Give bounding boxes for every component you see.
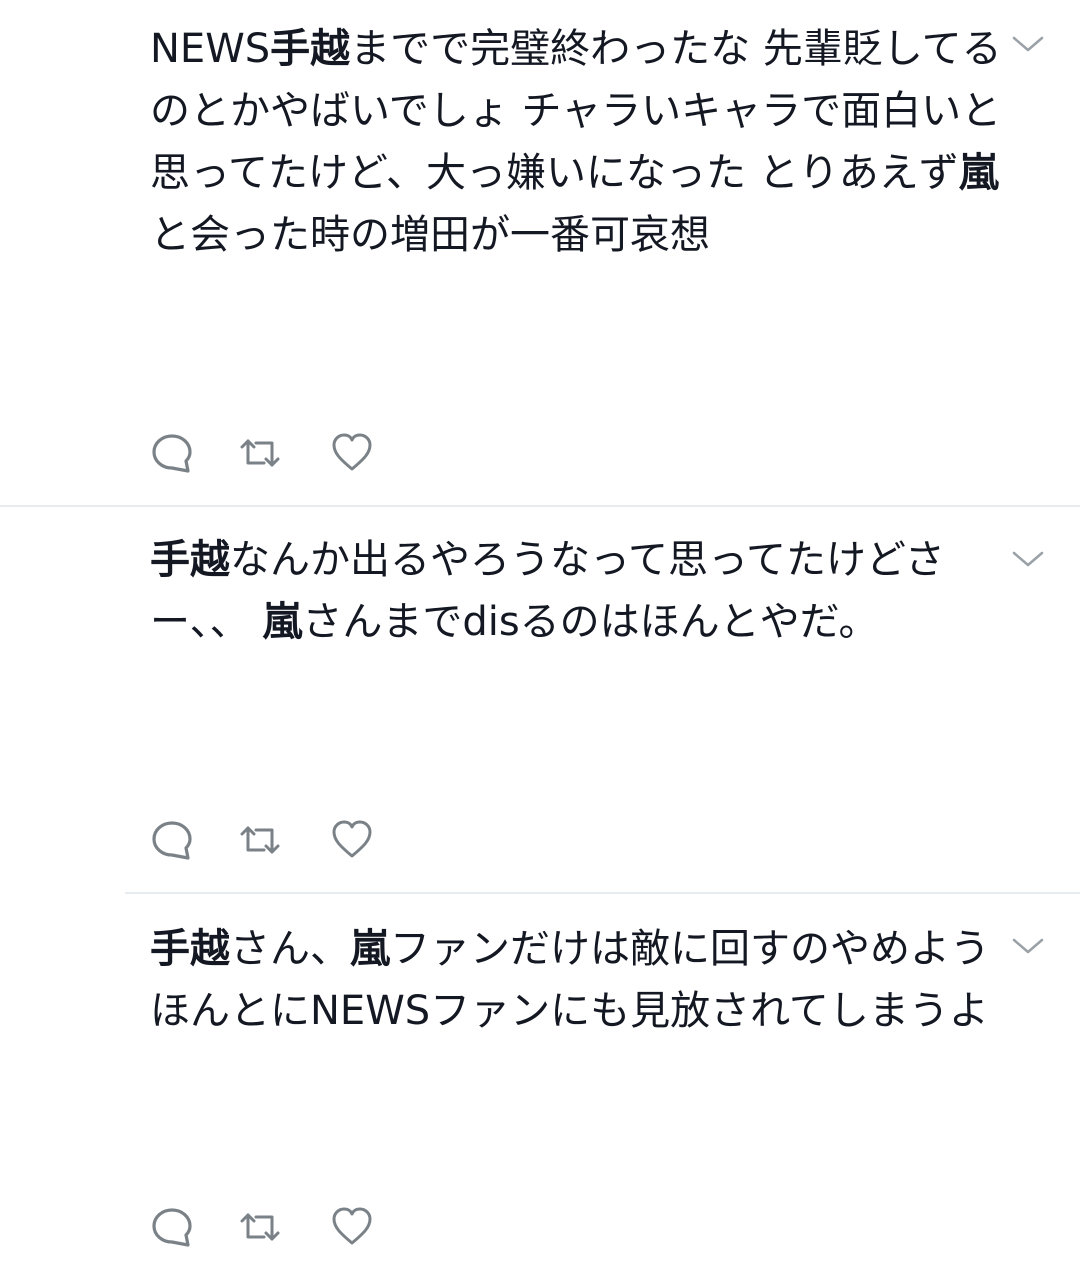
highlighted-keyword: 嵐 [958, 150, 999, 196]
tweet-actions [150, 1205, 410, 1249]
highlighted-keyword: 嵐 [262, 599, 303, 645]
chevron-down-icon[interactable] [1010, 934, 1046, 958]
reply-icon[interactable] [150, 1205, 194, 1249]
tweet-text: 手越さん、嵐ファンだけは敵に回すのやめよう ほんとにNEWSファンにも見放されて… [150, 918, 1010, 1042]
chevron-down-icon[interactable] [1010, 547, 1046, 571]
tweet-actions [150, 818, 410, 862]
highlighted-keyword: 手越 [270, 26, 351, 72]
highlighted-keyword: 嵐 [350, 926, 390, 972]
tweet-actions [150, 431, 410, 475]
text-segment: さんまでdisるのはほんとやだ。 [302, 599, 879, 645]
reply-icon[interactable] [150, 431, 194, 475]
chevron-down-icon[interactable] [1010, 32, 1046, 56]
tweet: 手越なんか出るやろうなって思ってたけどさー、、 嵐さんまでdisるのはほんとやだ… [0, 507, 1080, 892]
retweet-icon[interactable] [238, 1205, 282, 1249]
highlighted-keyword: 手越 [150, 537, 230, 583]
heart-icon[interactable] [330, 818, 374, 862]
highlighted-keyword: 手越 [150, 926, 230, 972]
retweet-icon[interactable] [238, 431, 282, 475]
tweet: NEWS手越までで完璧終わったな 先輩貶してるのとかやばいでしょ チャラいキャラ… [0, 0, 1080, 505]
tweet-text: 手越なんか出るやろうなって思ってたけどさー、、 嵐さんまでdisるのはほんとやだ… [150, 529, 1010, 653]
reply-icon[interactable] [150, 818, 194, 862]
retweet-icon[interactable] [238, 818, 282, 862]
text-segment: NEWS [150, 26, 271, 72]
text-segment: と会った時の増田が一番可哀想 [150, 212, 710, 258]
text-segment: さん、 [230, 926, 350, 972]
tweet: 手越さん、嵐ファンだけは敵に回すのやめよう ほんとにNEWSファンにも見放されて… [0, 894, 1080, 1261]
heart-icon[interactable] [330, 1205, 374, 1249]
heart-icon[interactable] [330, 431, 374, 475]
tweet-text: NEWS手越までで完璧終わったな 先輩貶してるのとかやばいでしょ チャラいキャラ… [150, 18, 1010, 266]
